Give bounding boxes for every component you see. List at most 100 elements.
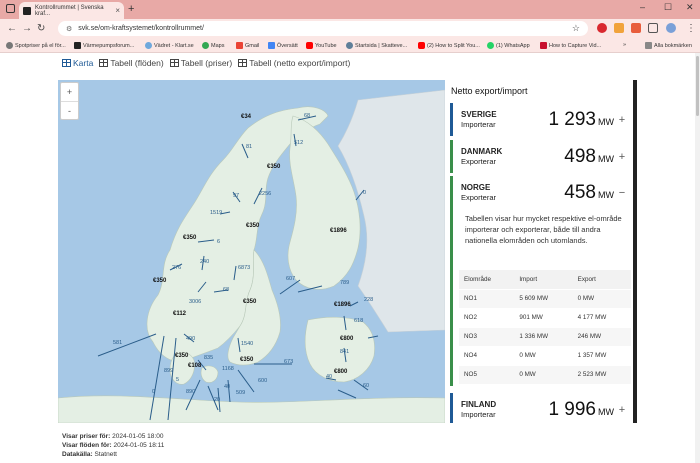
view-tabs: Karta Tabell (flöden) Tabell (priser) Ta… <box>62 57 350 69</box>
flow-label: 60 <box>363 383 370 389</box>
profile-avatar[interactable] <box>666 23 676 33</box>
menu-kebab-icon[interactable]: ⋮ <box>686 23 696 34</box>
address-bar[interactable]: ⚙ svk.se/om-kraftsystemet/kontrollrummet… <box>58 21 588 36</box>
flow-label: 40 <box>326 374 333 380</box>
bookmark-item[interactable]: Översätt <box>268 42 298 49</box>
price-label: €112 <box>173 311 187 317</box>
zoom-in-button[interactable]: + <box>61 83 78 101</box>
scroll-thumb[interactable] <box>696 56 699 116</box>
extension-icon[interactable] <box>614 23 624 33</box>
tab-net-table[interactable]: Tabell (netto export/import) <box>238 57 350 69</box>
expand-icon[interactable]: + <box>614 151 630 163</box>
norway-area-table: Elområde Import Export NO1 5 609 MW 0 MW N… <box>459 270 631 384</box>
country-row-sweden[interactable]: SVERIGE Importerar 1 293 MW + <box>450 103 630 136</box>
bookmarks-bar: Spotpriser på el för... Värmepumpsforum.… <box>0 39 700 53</box>
country-name: FINLAND <box>461 399 497 409</box>
flow-label: 20 <box>214 397 221 403</box>
flow-label: 512 <box>294 140 304 146</box>
minimize-icon[interactable]: – <box>640 2 645 12</box>
price-label: €800 <box>334 369 348 375</box>
country-status: Exporterar <box>461 192 497 202</box>
flow-label: 607 <box>286 276 296 282</box>
expand-icon[interactable]: + <box>614 404 630 416</box>
flow-label: 81 <box>246 144 253 150</box>
flow-label: 97 <box>233 193 240 199</box>
tab-search-icon[interactable] <box>6 4 15 13</box>
price-label: €350 <box>267 164 281 170</box>
price-label: €108 <box>188 363 202 369</box>
more-bookmarks-icon[interactable]: » <box>623 42 626 48</box>
browser-toolbar: ← → ↻ ⚙ svk.se/om-kraftsystemet/kontroll… <box>0 19 700 39</box>
maximize-icon[interactable]: ☐ <box>664 2 672 13</box>
bookmark-item[interactable]: YouTube <box>306 42 337 49</box>
tab-flows-table[interactable]: Tabell (flöden) <box>99 57 164 69</box>
bookmark-star-icon[interactable]: ☆ <box>572 23 580 34</box>
browser-tab-active[interactable]: Kontrollrummet | Svenska kraf... × <box>19 2 124 19</box>
table-icon <box>238 59 248 67</box>
norway-description: Tabellen visar hur mycket respektive el-… <box>465 214 622 245</box>
flow-label: 1519 <box>210 210 223 216</box>
expand-icon[interactable]: + <box>614 114 630 126</box>
country-color-bar <box>450 140 453 173</box>
tab-title: Kontrollrummet | Svenska kraf... <box>35 4 104 17</box>
back-icon[interactable]: ← <box>7 23 17 34</box>
price-label: €350 <box>183 235 197 241</box>
close-tab-icon[interactable]: × <box>115 6 120 15</box>
tab-map[interactable]: Karta <box>62 57 93 69</box>
bookmark-item[interactable]: (2) How to Split You... <box>418 42 480 49</box>
new-tab-icon[interactable]: + <box>128 3 134 15</box>
country-value: 498 <box>564 145 596 167</box>
reload-icon[interactable]: ↻ <box>37 23 45 34</box>
tab-prices-table[interactable]: Tabell (priser) <box>169 57 232 69</box>
source-value: Statnett <box>94 451 117 458</box>
extension-icon[interactable] <box>631 23 641 33</box>
country-value: 1 293 <box>548 108 596 130</box>
bookmark-item[interactable]: Maps <box>202 42 224 49</box>
country-row-finland[interactable]: FINLAND Importerar 1 996 MW + <box>450 393 630 423</box>
zoom-out-button[interactable]: - <box>61 101 78 119</box>
collapse-icon[interactable]: − <box>614 187 630 199</box>
site-info-icon[interactable]: ⚙ <box>66 25 72 33</box>
price-label: €350 <box>240 357 254 363</box>
all-bookmarks-folder[interactable]: Alla bokmärken <box>645 42 692 49</box>
country-row-denmark[interactable]: DANMARK Exporterar 498 MW + <box>450 140 630 173</box>
opera-extension-icon[interactable] <box>597 23 607 33</box>
bookmark-item[interactable]: Värmepumpsforum... <box>74 42 134 49</box>
flow-label: 841 <box>340 349 350 355</box>
country-unit: MW <box>598 153 614 164</box>
table-header: Import <box>514 270 573 289</box>
panel-title: Netto export/import <box>451 86 528 96</box>
forward-icon[interactable]: → <box>22 23 32 34</box>
url-text: svk.se/om-kraftsystemet/kontrollrummet/ <box>78 25 204 32</box>
flow-label: 600 <box>258 378 268 384</box>
price-label: €1896 <box>330 228 347 234</box>
norway-section-bar <box>450 209 453 386</box>
table-icon <box>99 59 109 67</box>
flow-label: 0 <box>152 389 156 395</box>
country-row-norway[interactable]: NORGE Exporterar 458 MW − <box>450 176 630 209</box>
close-window-icon[interactable]: ✕ <box>686 2 694 13</box>
price-label: €350 <box>246 223 260 229</box>
bookmark-item[interactable]: Startsida | Skatteve... <box>346 42 407 49</box>
panel-scrollbar[interactable] <box>633 80 637 423</box>
country-status: Importerar <box>461 119 496 129</box>
bookmark-item[interactable]: Spotpriser på el för... <box>6 42 66 49</box>
extensions-puzzle-icon[interactable] <box>648 23 658 33</box>
map-icon <box>62 59 71 67</box>
price-label: €350 <box>243 299 257 305</box>
bookmark-item[interactable]: Vädret - Klart.se <box>145 42 194 49</box>
bookmark-item[interactable]: (1) WhatsApp <box>487 42 530 49</box>
flow-label: 6 <box>217 239 221 245</box>
table-row: NO2 901 MW 4 177 MW <box>459 307 631 327</box>
flow-label: 276 <box>172 265 182 271</box>
flow-label: 490 <box>186 336 196 342</box>
country-status: Exporterar <box>461 156 497 166</box>
flow-label: 228 <box>364 297 374 303</box>
price-label: €350 <box>175 353 189 359</box>
flow-label: 673 <box>284 359 294 365</box>
bookmark-item[interactable]: How to Capture Vid... <box>540 42 601 49</box>
power-map[interactable]: €34 €350 €350 €350 €350 €350 €350 €1896 … <box>58 80 445 423</box>
flow-label: 835 <box>204 355 214 361</box>
bookmark-item[interactable]: Gmail <box>236 42 259 49</box>
country-color-bar <box>450 103 453 136</box>
